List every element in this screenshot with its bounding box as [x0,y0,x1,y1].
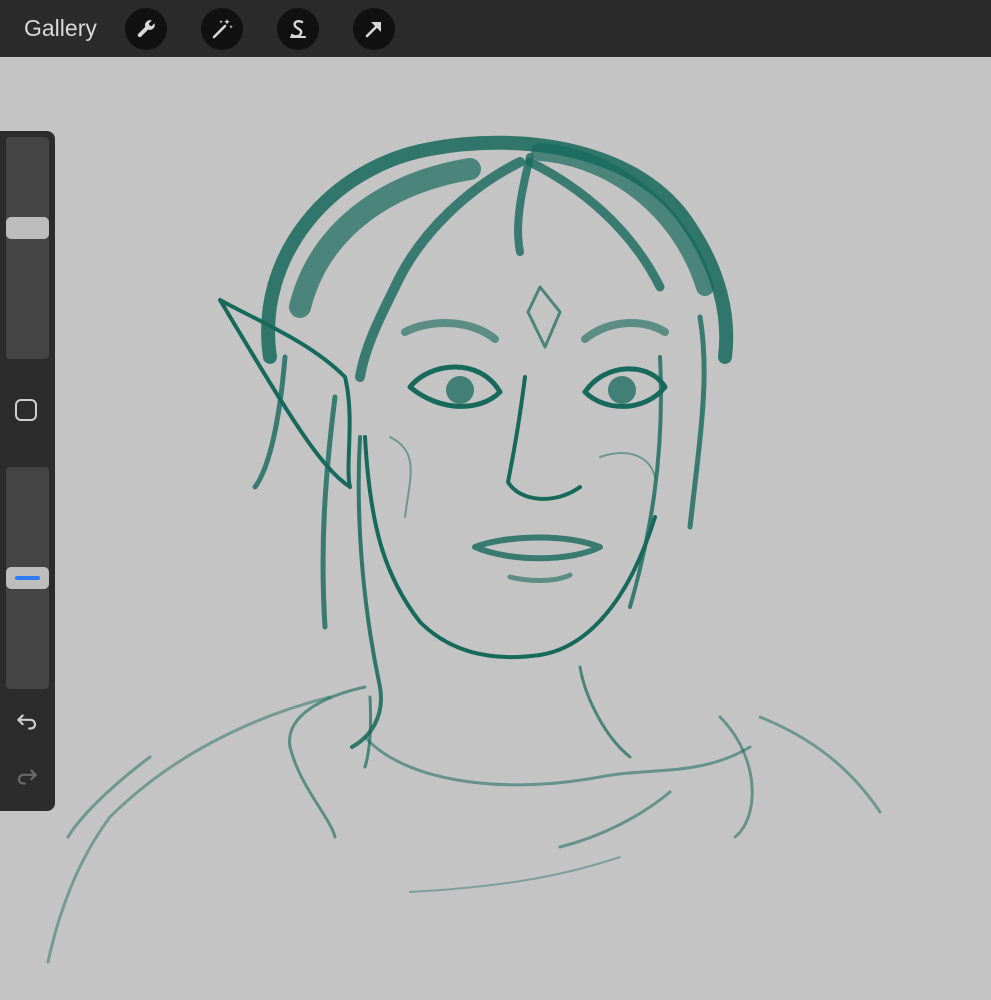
opacity-thumb[interactable] [6,567,49,589]
opacity-slider[interactable] [6,467,49,689]
lips [472,534,603,562]
opacity-thumb-indicator [15,576,40,580]
modify-square-icon[interactable] [15,399,37,421]
selection-s-icon [290,20,306,38]
brush-size-thumb[interactable] [6,217,49,239]
shirt [288,685,367,839]
actions-button[interactable] [125,8,167,50]
magic-wand-icon [212,19,233,39]
selection-button[interactable] [277,8,319,50]
sketch-artwork [46,135,882,964]
wrench-icon [137,20,155,38]
top-toolbar: Gallery [0,0,991,57]
undo-icon[interactable] [14,709,40,735]
redo-icon[interactable] [14,764,40,790]
transform-arrow-icon [365,22,381,38]
adjustments-button[interactable] [201,8,243,50]
brush-size-slider[interactable] [6,137,49,359]
left-sidebar [0,131,55,811]
transform-button[interactable] [353,8,395,50]
drawing-canvas[interactable] [0,57,991,1000]
gallery-button[interactable]: Gallery [24,14,97,42]
